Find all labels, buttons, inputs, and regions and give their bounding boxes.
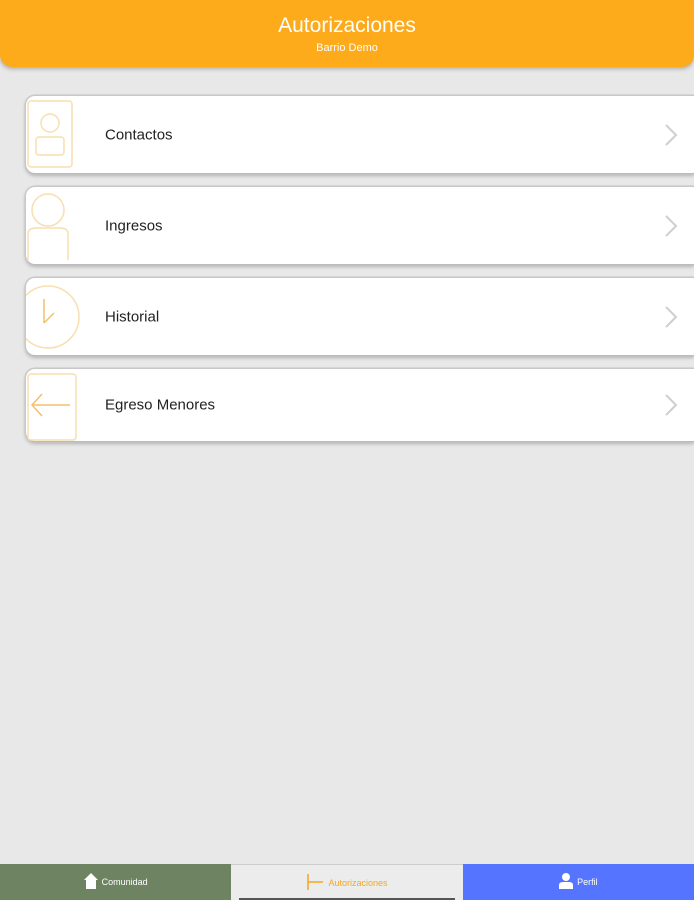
exit-door-icon [26,372,82,442]
app-header: Autorizaciones Barrio Demo [0,0,694,67]
menu-item-label: Historial [105,308,160,325]
menu-item-historial[interactable]: Historial [16,278,694,355]
page-subtitle: Barrio Demo [316,42,378,54]
page-title: Autorizaciones [278,14,416,37]
menu-item-label: Egreso Menores [105,396,216,414]
tab-label: Comunidad [101,877,148,887]
tab-autorizaciones[interactable]: Autorizaciones [231,864,463,900]
home-icon [83,873,102,891]
menu-item-label: Ingresos [105,217,163,234]
user-icon [559,873,577,891]
chevron-right-icon [664,393,678,417]
menu-list: Contactos Ingresos Historial Egreso Meno… [16,96,694,455]
gate-icon [306,873,328,892]
contact-card-icon [26,99,82,169]
menu-item-egreso-menores[interactable]: Egreso Menores [26,369,694,441]
menu-item-label: Contactos [105,126,173,143]
clock-icon [16,281,82,351]
chevron-right-icon [664,305,678,329]
tab-perfil[interactable]: Perfil [462,864,694,900]
tab-comunidad[interactable]: Comunidad [0,864,232,900]
menu-item-ingresos[interactable]: Ingresos [26,187,694,264]
menu-item-contactos[interactable]: Contactos [26,96,694,173]
tab-label: Perfil [577,877,598,887]
chevron-right-icon [664,214,678,238]
bottom-tab-bar: Comunidad Autorizaciones Perfil [0,864,694,900]
chevron-right-icon [664,123,678,147]
tab-label: Autorizaciones [328,877,388,888]
person-icon [26,190,82,260]
